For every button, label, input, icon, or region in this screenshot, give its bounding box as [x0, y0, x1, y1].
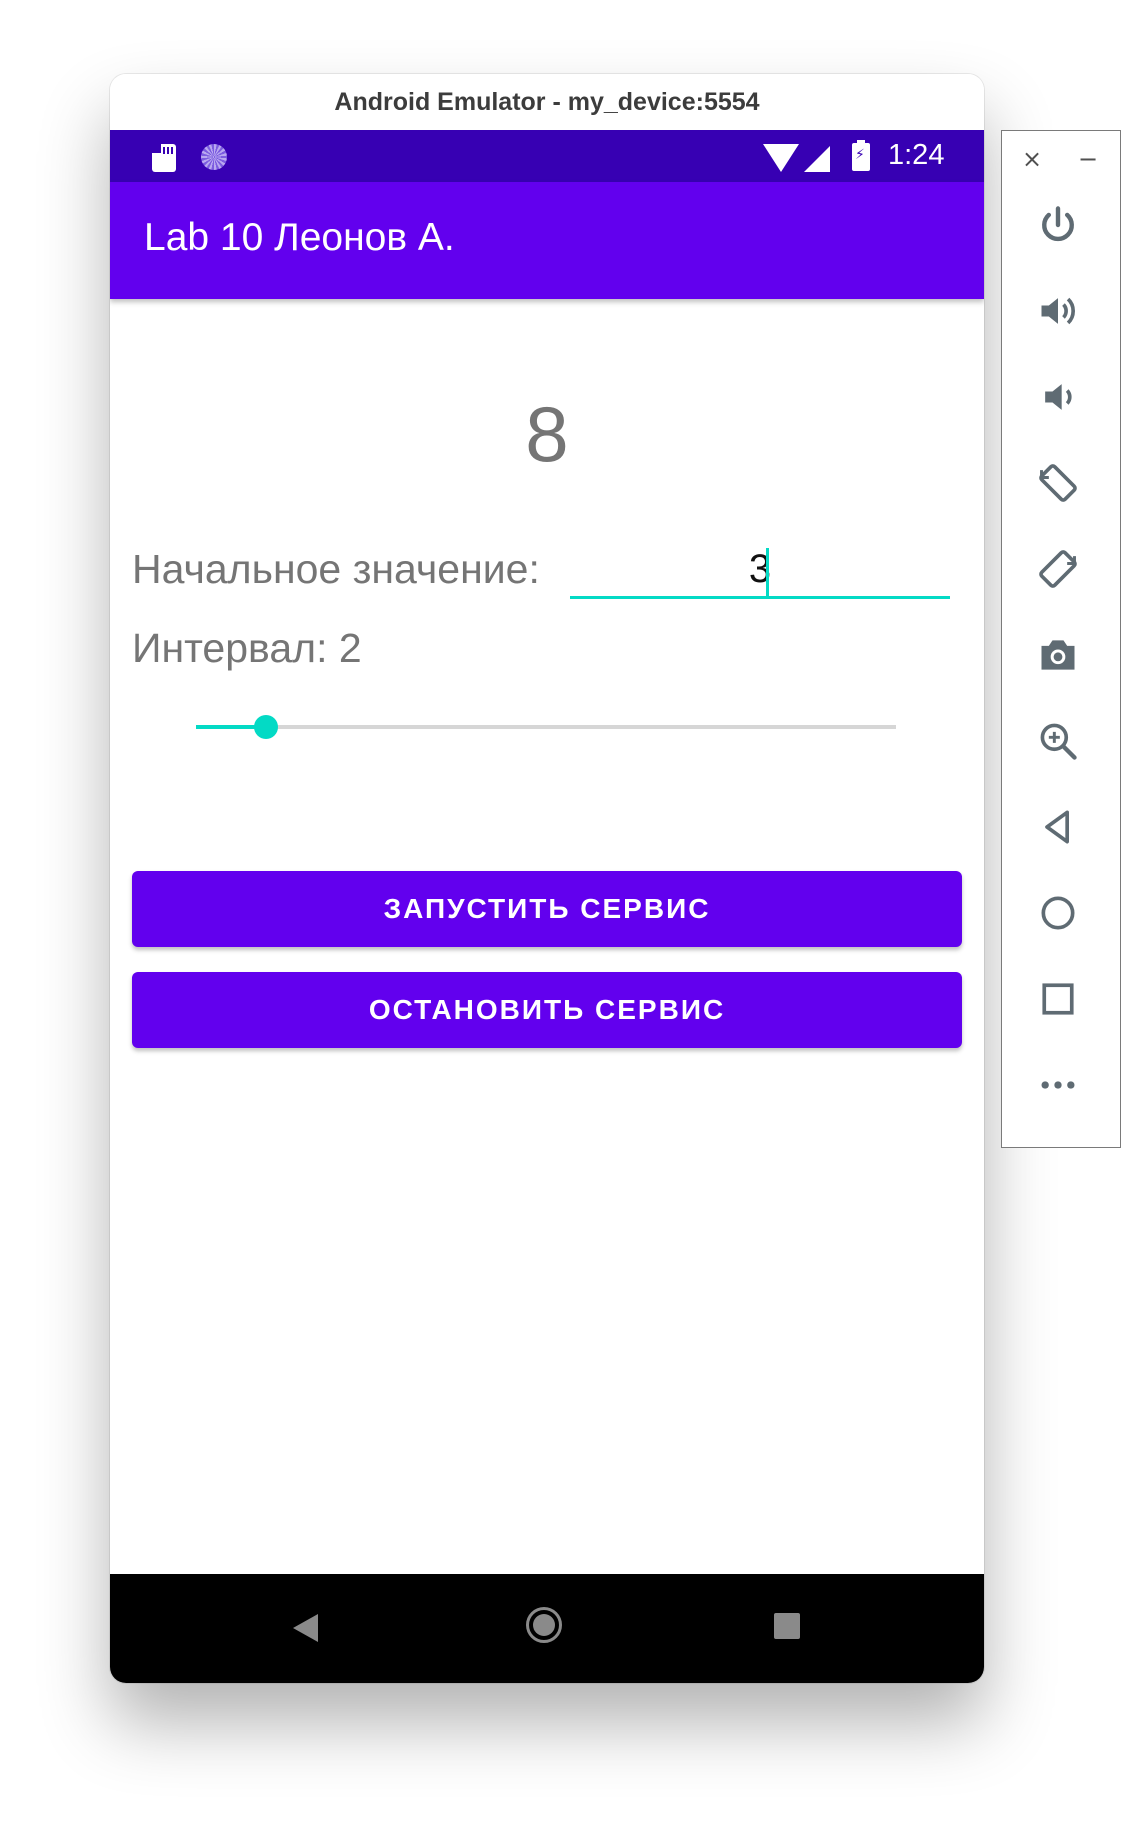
- volume-up-icon[interactable]: [1032, 285, 1084, 337]
- slider-track: [196, 725, 896, 729]
- home-icon[interactable]: [1032, 887, 1084, 939]
- volume-down-icon[interactable]: [1032, 371, 1084, 423]
- wifi-icon: [763, 144, 799, 172]
- signal-icon: [804, 146, 830, 172]
- sd-card-icon: [152, 144, 176, 172]
- start-value-label: Начальное значение:: [132, 546, 540, 592]
- interval-label: Интервал: 2: [132, 625, 362, 671]
- rotate-left-icon[interactable]: [1032, 457, 1084, 509]
- status-bar: 1:24: [110, 130, 984, 182]
- window-titlebar[interactable]: Android Emulator - my_device:5554: [110, 74, 984, 130]
- nav-back-icon[interactable]: [293, 1614, 318, 1642]
- interval-slider[interactable]: [196, 709, 896, 745]
- app-title: Lab 10 Леонов А.: [144, 216, 455, 259]
- stop-service-button[interactable]: ОСТАНОВИТЬ СЕРВИС: [132, 972, 962, 1048]
- counter-value: 8: [525, 390, 569, 478]
- emulator-side-toolbar: × −: [1001, 130, 1121, 1148]
- more-icon[interactable]: [1032, 1059, 1084, 1111]
- back-icon[interactable]: [1032, 801, 1084, 853]
- stage: Android Emulator - my_device:5554 1:24 L…: [0, 0, 1134, 1848]
- text-caret: [766, 548, 769, 598]
- close-icon[interactable]: ×: [1022, 147, 1042, 171]
- emulator-window: Android Emulator - my_device:5554 1:24 L…: [110, 74, 984, 1683]
- loader-icon: [201, 144, 227, 170]
- overview-icon[interactable]: [1032, 973, 1084, 1025]
- start-service-button[interactable]: ЗАПУСТИТЬ СЕРВИС: [132, 871, 962, 947]
- app-content: 8 Начальное значение: Интервал: 2 ЗАПУСТ…: [110, 299, 984, 1574]
- start-value-input[interactable]: [570, 542, 950, 599]
- zoom-icon[interactable]: [1032, 715, 1084, 767]
- battery-charging-icon: [852, 140, 870, 171]
- status-time: 1:24: [888, 139, 945, 171]
- power-icon[interactable]: [1032, 199, 1084, 251]
- app-bar: Lab 10 Леонов А.: [110, 182, 984, 299]
- window-title: Android Emulator - my_device:5554: [334, 87, 760, 116]
- nav-recents-icon[interactable]: [774, 1613, 800, 1639]
- camera-icon[interactable]: [1032, 629, 1084, 681]
- nav-home-icon[interactable]: [526, 1607, 562, 1643]
- minimize-icon[interactable]: −: [1078, 147, 1098, 171]
- navigation-bar: [110, 1574, 984, 1683]
- slider-thumb[interactable]: [254, 715, 278, 739]
- rotate-right-icon[interactable]: [1032, 543, 1084, 595]
